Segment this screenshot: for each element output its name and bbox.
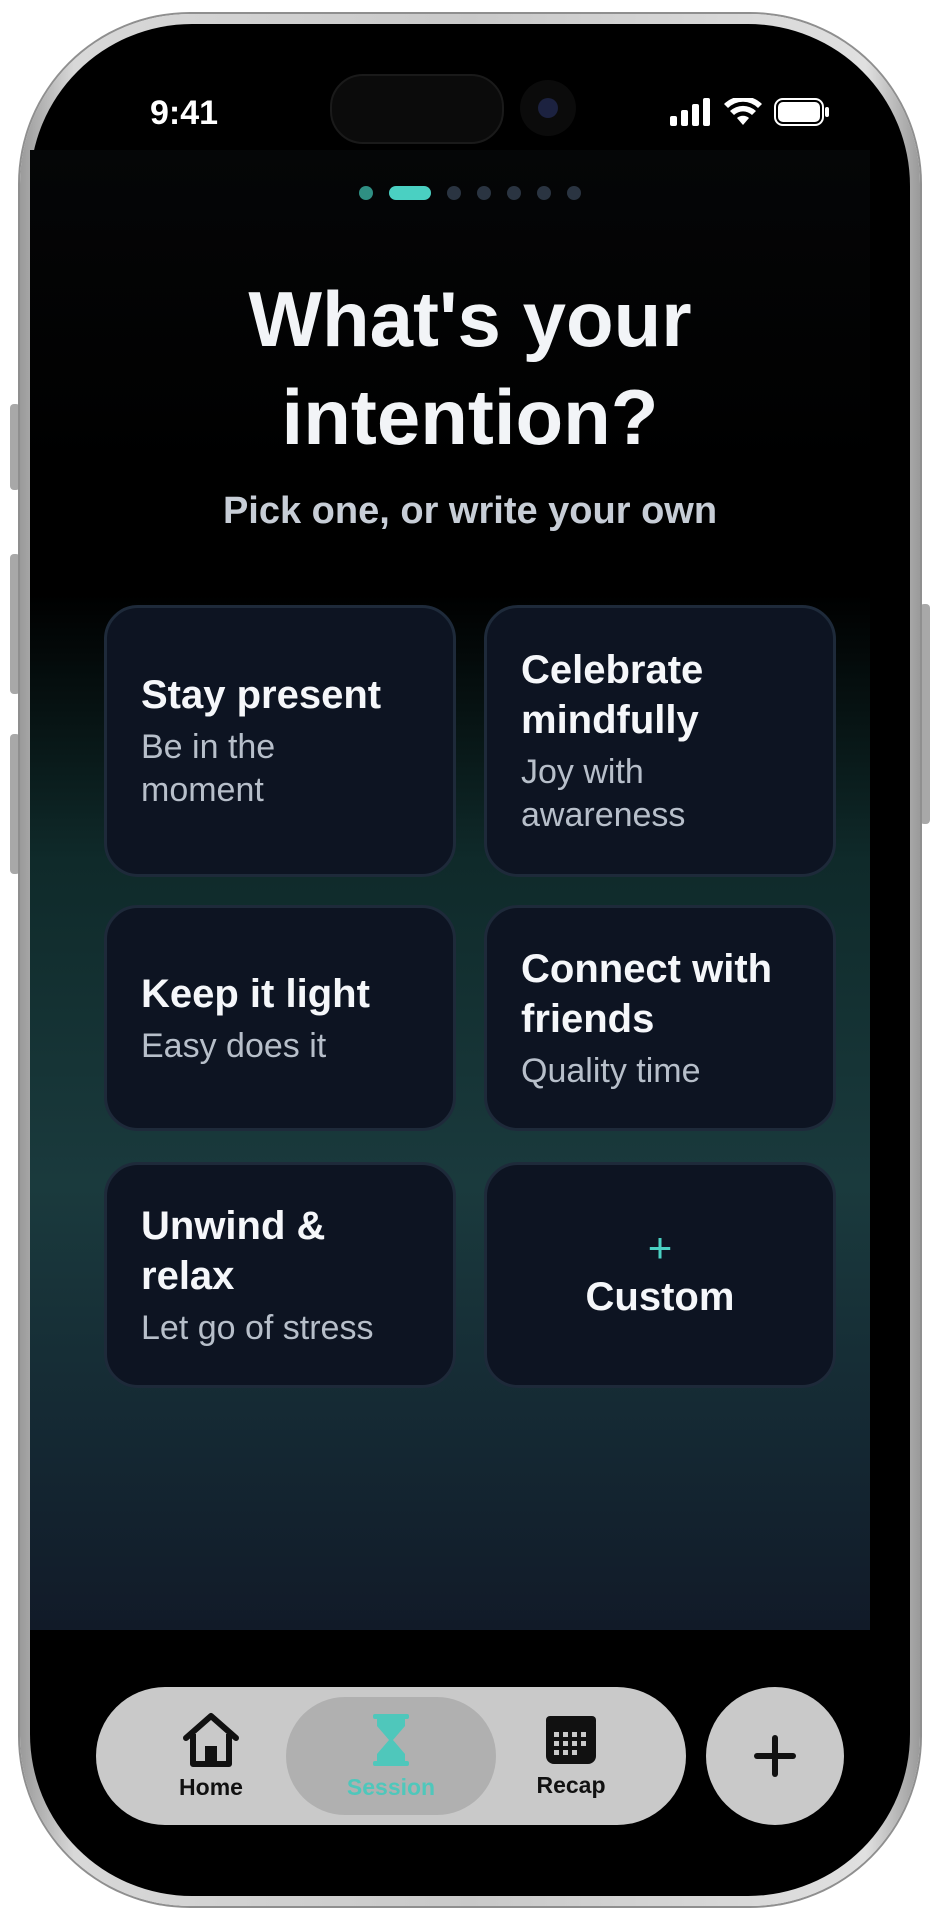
page-indicator — [0, 186, 940, 200]
add-button[interactable] — [706, 1687, 844, 1825]
camera-icon — [520, 80, 576, 136]
title-line-2: intention? — [281, 373, 659, 461]
page-title: What's your intention? — [0, 270, 940, 466]
intention-card-stay-present[interactable]: Stay present Be in the moment — [104, 605, 456, 877]
tab-label: Session — [346, 1773, 436, 1800]
intention-description: Let go of stress — [141, 1308, 374, 1347]
intention-title: Stay present — [141, 673, 382, 717]
tab-home[interactable]: Home — [116, 1697, 306, 1815]
page-dot-active — [389, 186, 431, 200]
intention-description: Easy does it — [141, 1026, 327, 1065]
tab-recap[interactable]: Recap — [476, 1697, 666, 1815]
dynamic-island — [330, 74, 504, 144]
custom-label: Custom — [585, 1275, 735, 1319]
page-dot — [537, 186, 551, 200]
home-icon — [183, 1712, 239, 1767]
tab-bar: Home Session Recap — [96, 1687, 686, 1825]
page-dot — [567, 186, 581, 200]
intention-description: Be in the moment — [141, 728, 276, 809]
status-time: 9:41 — [150, 94, 219, 132]
volume-up-button — [10, 554, 20, 694]
plus-icon — [754, 1735, 796, 1777]
battery-icon — [774, 98, 829, 126]
wifi-icon — [724, 98, 762, 125]
intention-title: Connect with friends — [521, 946, 773, 1041]
intention-description: Quality time — [521, 1051, 701, 1090]
intention-card-keep-it-light[interactable]: Keep it light Easy does it — [104, 905, 456, 1131]
page-dot — [477, 186, 491, 200]
intention-card-connect-with-friends[interactable]: Connect with friends Quality time — [484, 905, 836, 1131]
tab-label: Recap — [536, 1771, 606, 1798]
intention-title: Unwind & relax — [141, 1203, 326, 1298]
calendar-icon — [546, 1715, 596, 1764]
plus-icon: + — [647, 1224, 673, 1271]
volume-down-button — [10, 734, 20, 874]
page-subtitle: Pick one, or write your own — [222, 490, 718, 532]
intention-description: Joy with awareness — [521, 753, 686, 834]
tab-session[interactable]: Session — [286, 1697, 496, 1815]
custom-intention-card[interactable]: + Custom — [484, 1162, 836, 1388]
hourglass-icon — [373, 1713, 409, 1766]
page-dot — [507, 186, 521, 200]
status-icons — [670, 98, 830, 126]
page-dot — [359, 186, 373, 200]
intention-card-unwind-relax[interactable]: Unwind & relax Let go of stress — [104, 1162, 456, 1388]
intention-card-celebrate-mindfully[interactable]: Celebrate mindfully Joy with awareness — [484, 605, 836, 877]
power-button — [920, 604, 930, 824]
title-line-1: What's your — [248, 275, 692, 363]
intention-title: Keep it light — [141, 971, 370, 1016]
cellular-signal-icon — [670, 98, 710, 126]
tab-label: Home — [179, 1773, 243, 1800]
page-dot — [447, 186, 461, 200]
intention-title: Celebrate mindfully — [521, 648, 704, 742]
